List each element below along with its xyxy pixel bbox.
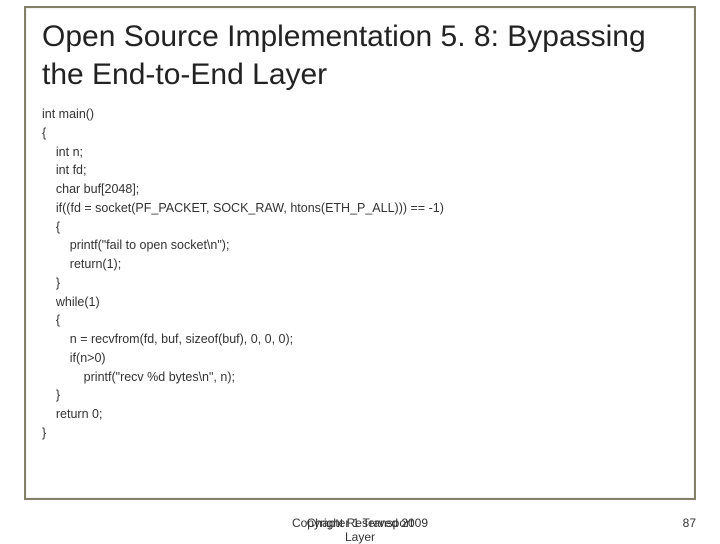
footer: Copyright Reserved 2009 Chapter 1 Transp… — [0, 516, 720, 530]
slide-title: Open Source Implementation 5. 8: Bypassi… — [42, 18, 678, 93]
code-block: int main() { int n; int fd; char buf[204… — [42, 105, 678, 443]
slide-frame: Open Source Implementation 5. 8: Bypassi… — [24, 6, 696, 500]
page-number: 87 — [683, 516, 696, 530]
